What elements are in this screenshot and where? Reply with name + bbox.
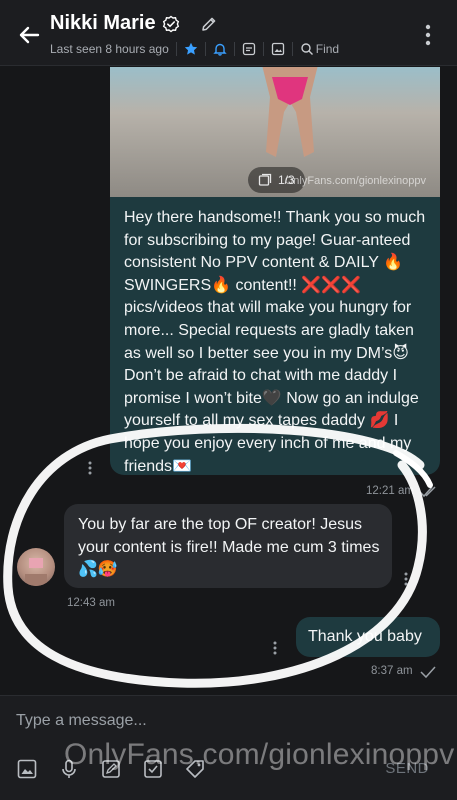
message-text: You by far are the top OF creator! Jesus… xyxy=(78,516,380,578)
media-preview[interactable]: 1/3 OnlyFans.com/gionlexinoppv xyxy=(110,67,440,197)
message-options-icon[interactable] xyxy=(88,461,92,475)
gallery-icon xyxy=(258,173,272,186)
outgoing-message[interactable]: Hey there handsome!! Thank you so much f… xyxy=(110,197,440,475)
last-seen-text: Last seen 8 hours ago xyxy=(50,42,169,56)
more-vertical-icon[interactable] xyxy=(425,24,431,46)
media-photo-subject xyxy=(262,67,318,157)
avatar[interactable] xyxy=(17,548,55,586)
title-row: Nikki Marie xyxy=(50,12,218,35)
message-time: 8:37 am xyxy=(371,665,413,677)
divider xyxy=(262,42,264,56)
media-watermark: OnlyFans.com/gionlexinoppv xyxy=(284,175,426,187)
find-button[interactable]: Find xyxy=(316,42,339,56)
read-check-icon xyxy=(419,486,436,498)
message-options-icon[interactable] xyxy=(273,641,277,655)
sent-check-icon xyxy=(420,666,436,679)
media-gallery-icon[interactable] xyxy=(242,42,256,56)
star-icon[interactable] xyxy=(184,42,198,56)
message-options-icon[interactable] xyxy=(404,572,408,586)
message-time: 12:21 am xyxy=(366,485,414,497)
message-list[interactable]: 1/3 OnlyFans.com/gionlexinoppv Hey there… xyxy=(0,67,457,695)
message-text: Hey there handsome!! Thank you so much f… xyxy=(124,209,426,475)
incoming-message[interactable]: You by far are the top OF creator! Jesus… xyxy=(64,504,392,588)
image-attach-icon[interactable] xyxy=(16,758,38,780)
divider xyxy=(175,42,177,56)
edit-pencil-icon[interactable] xyxy=(200,15,218,33)
status-row: Last seen 8 hours ago Find xyxy=(50,42,339,56)
bell-icon[interactable] xyxy=(213,42,227,56)
image-icon[interactable] xyxy=(271,42,285,56)
chat-header: Nikki Marie Last seen 8 hours ago Find xyxy=(0,0,457,66)
divider xyxy=(291,42,293,56)
message-text: Thank you baby xyxy=(308,628,422,645)
divider xyxy=(233,42,235,56)
message-time: 12:43 am xyxy=(67,597,115,609)
outgoing-message[interactable]: Thank you baby xyxy=(296,617,440,657)
overlay-watermark: OnlyFans.com/gionlexinoppv xyxy=(64,738,455,771)
message-input[interactable] xyxy=(16,708,436,734)
back-arrow-icon[interactable] xyxy=(14,20,44,50)
search-icon[interactable] xyxy=(300,42,314,56)
avatar-photo xyxy=(25,558,47,586)
contact-name[interactable]: Nikki Marie xyxy=(50,12,156,35)
verified-icon xyxy=(162,15,179,32)
divider xyxy=(204,42,206,56)
